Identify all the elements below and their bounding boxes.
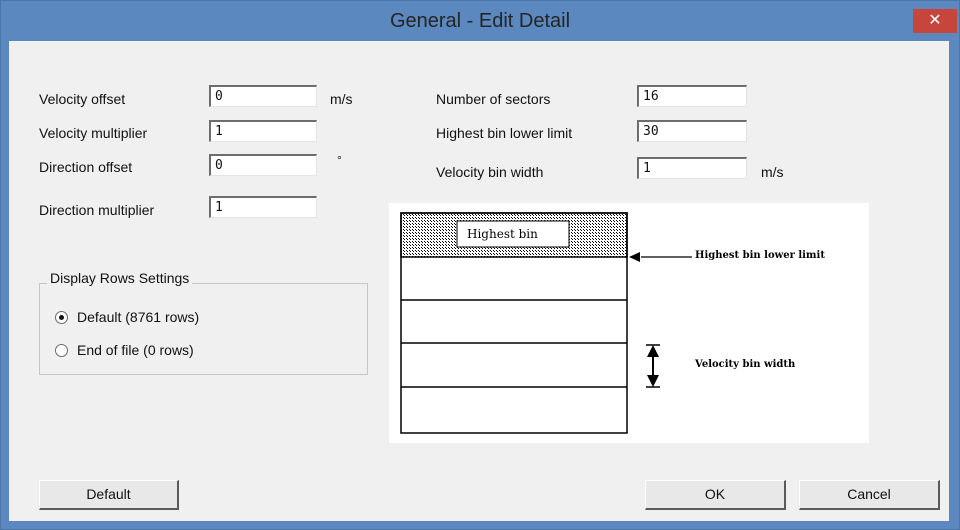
radio-default-rows-label[interactable]: Default (8761 rows) xyxy=(77,309,199,325)
number-of-sectors-label: Number of sectors xyxy=(436,91,551,107)
highest-bin-lower-limit-input[interactable]: 30 xyxy=(637,120,747,142)
ok-button[interactable]: OK xyxy=(645,480,786,510)
bin-diagram: Highest bin Highest bin lower limit Velo… xyxy=(389,203,869,443)
velocity-bin-width-input[interactable]: 1 xyxy=(637,157,747,179)
bin-width-arrowhead-top xyxy=(647,345,659,357)
radio-end-of-file[interactable] xyxy=(55,344,68,357)
bin-diagram-svg xyxy=(400,212,692,434)
bin-width-arrowhead-bottom xyxy=(647,375,659,387)
velocity-bin-width-unit: m/s xyxy=(761,164,784,180)
velocity-offset-input[interactable]: 0 xyxy=(209,85,317,107)
cancel-button[interactable]: Cancel xyxy=(799,480,940,510)
velocity-multiplier-input[interactable]: 1 xyxy=(209,120,317,142)
direction-multiplier-label: Direction multiplier xyxy=(39,202,155,218)
window-title: General - Edit Detail xyxy=(389,10,571,32)
velocity-multiplier-label: Velocity multiplier xyxy=(39,125,148,141)
default-button[interactable]: Default xyxy=(39,480,179,510)
dialog-window: General - Edit Detail ✕ Velocity offset … xyxy=(0,0,960,530)
direction-offset-unit: ° xyxy=(337,153,342,167)
highest-bin-lower-limit-text: Highest bin lower limit xyxy=(695,250,825,261)
direction-offset-label: Direction offset xyxy=(39,159,133,175)
highest-bin-text: Highest bin xyxy=(467,227,538,241)
dialog-body: Velocity offset 0 m/s Velocity multiplie… xyxy=(9,41,949,521)
close-icon: ✕ xyxy=(928,12,942,29)
title-bar[interactable]: General - Edit Detail ✕ xyxy=(1,1,959,41)
display-rows-title: Display Rows Settings xyxy=(47,270,193,286)
velocity-offset-label: Velocity offset xyxy=(39,91,126,107)
velocity-offset-unit: m/s xyxy=(330,91,353,107)
radio-default-rows[interactable] xyxy=(55,311,68,324)
number-of-sectors-input[interactable]: 16 xyxy=(637,85,747,107)
radio-end-of-file-label[interactable]: End of file (0 rows) xyxy=(77,342,194,358)
direction-multiplier-input[interactable]: 1 xyxy=(209,196,317,218)
velocity-bin-width-text: Velocity bin width xyxy=(695,359,796,370)
close-button[interactable]: ✕ xyxy=(913,9,957,33)
direction-offset-input[interactable]: 0 xyxy=(209,154,317,176)
highest-bin-lower-limit-label: Highest bin lower limit xyxy=(436,125,573,141)
velocity-bin-width-label: Velocity bin width xyxy=(436,164,544,180)
lower-limit-arrowhead xyxy=(629,252,640,262)
display-rows-group xyxy=(39,283,368,375)
